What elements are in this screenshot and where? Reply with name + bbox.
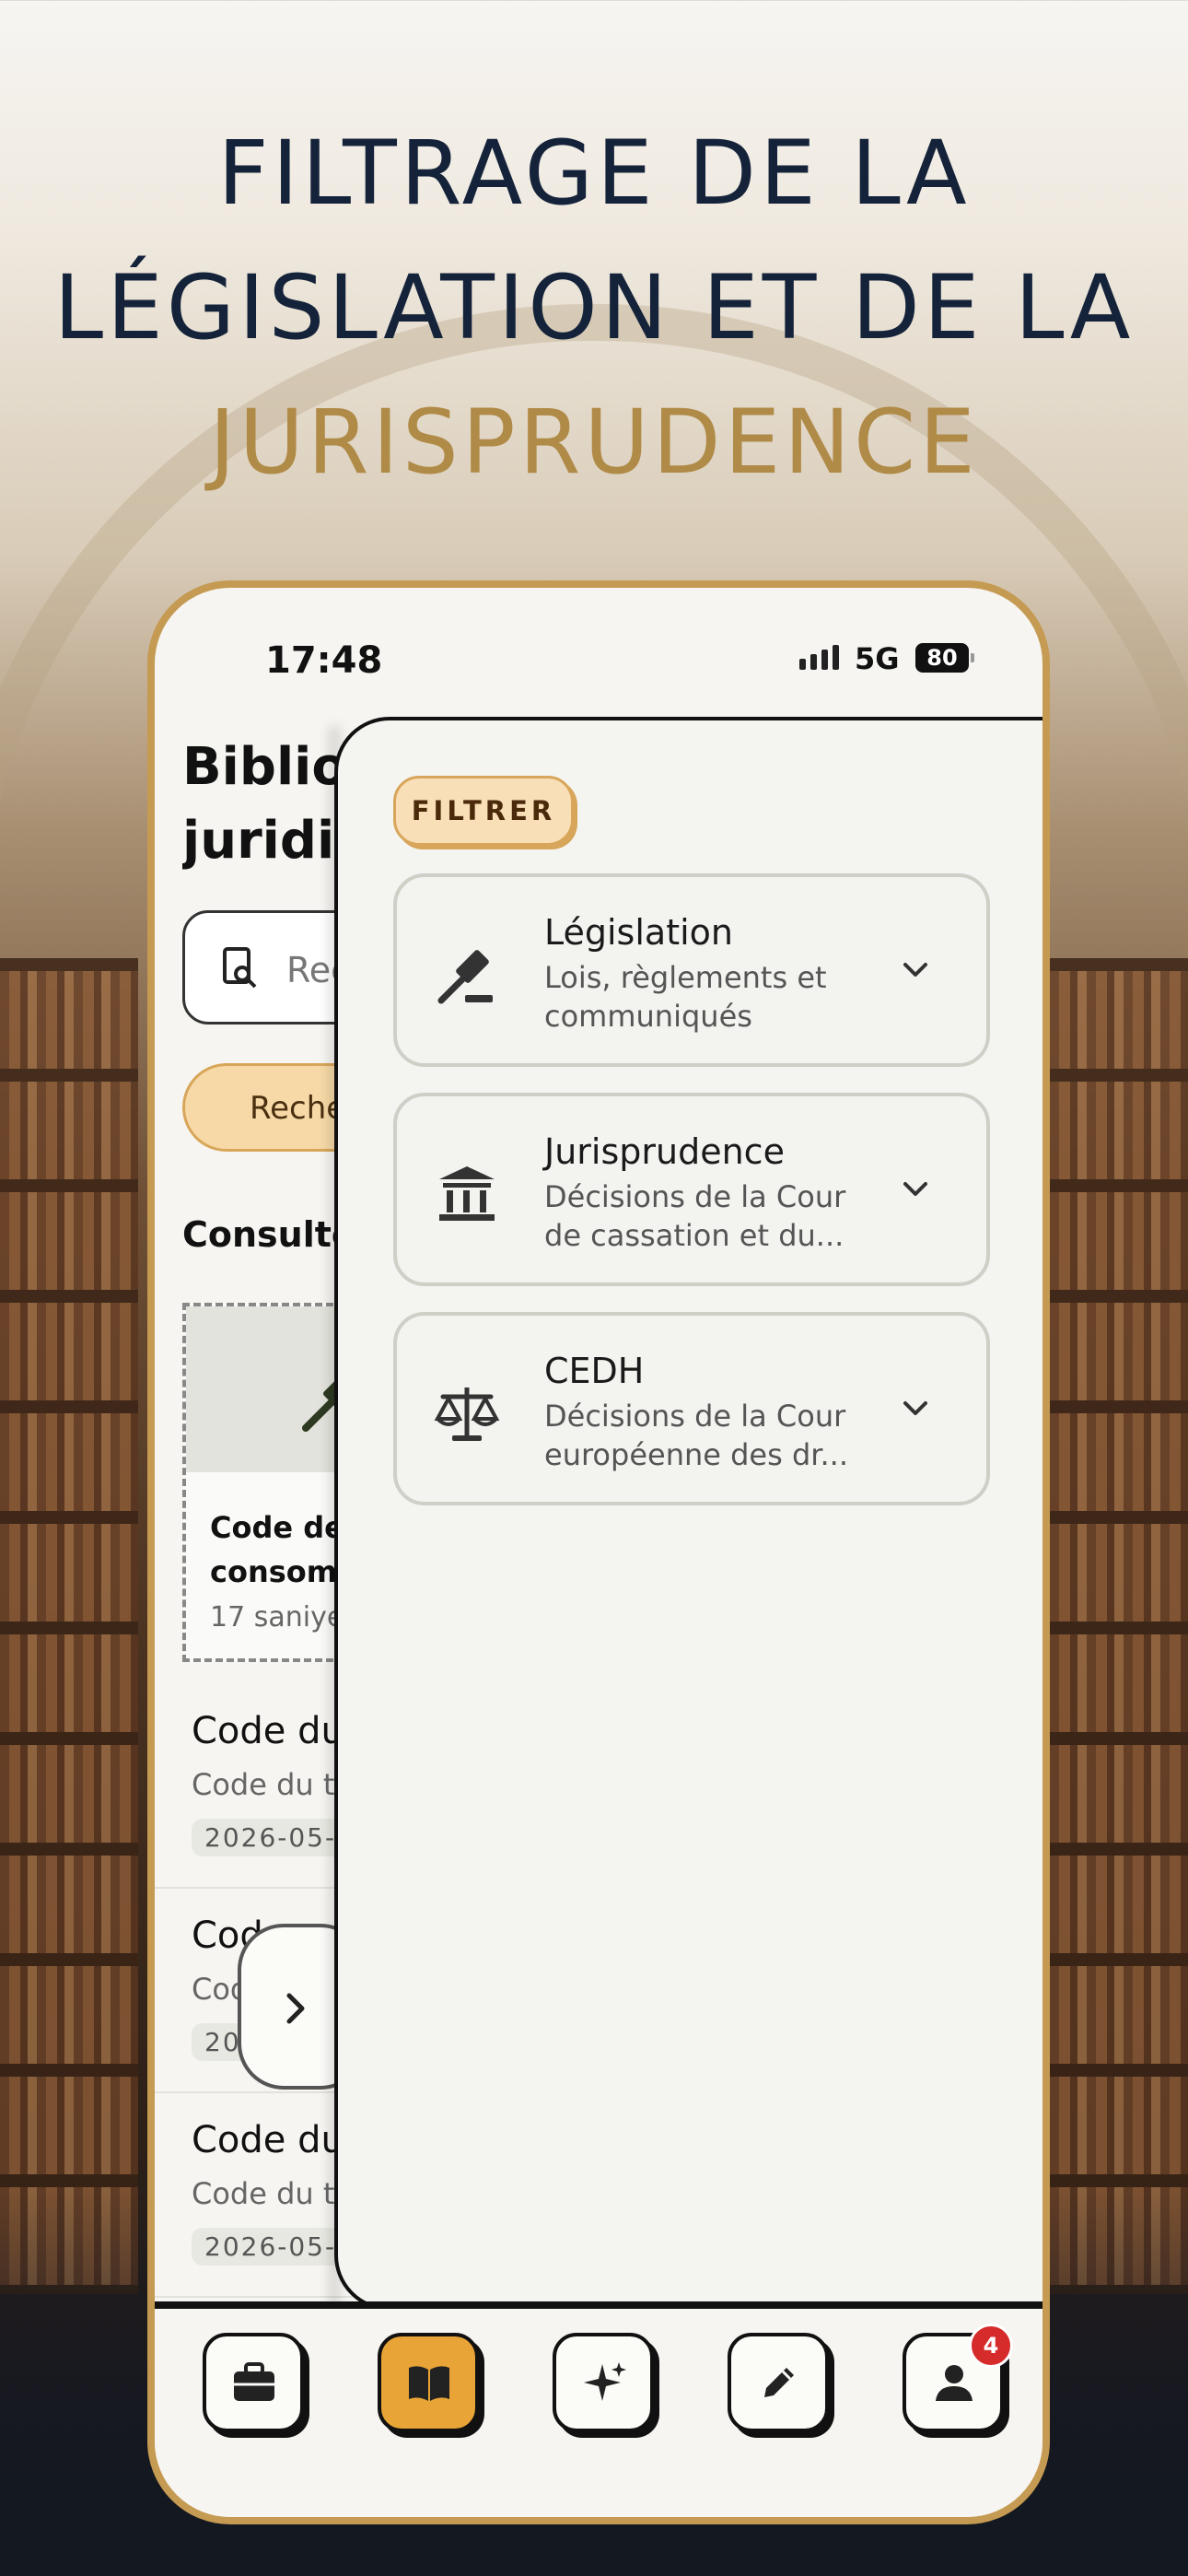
recent-card-subtitle: 17 saniye bbox=[210, 1601, 344, 1633]
filter-card-name: Jurisprudence bbox=[544, 1131, 785, 1172]
document-search-icon bbox=[223, 947, 257, 989]
nav-briefcase-button[interactable] bbox=[203, 2333, 304, 2432]
filter-chip-label: FILTRER bbox=[411, 795, 556, 826]
list-item-date: 2026-05- bbox=[192, 2228, 350, 2266]
chevron-down-icon[interactable] bbox=[900, 958, 931, 982]
filter-card-name: Législation bbox=[544, 912, 733, 953]
notification-badge: 4 bbox=[969, 2324, 1013, 2368]
nav-assistant-button[interactable] bbox=[553, 2333, 654, 2432]
filter-card-cedh[interactable]: CEDH Décisions de la Cour européenne des… bbox=[393, 1312, 990, 1505]
phone-frame: 17:48 5G 80 Bibliothèque juridique Reche… bbox=[147, 580, 1050, 2524]
headline-line-2: LÉGISLATION ET DE LA bbox=[53, 256, 1135, 359]
filter-card-description: Décisions de la Cour de cassation et du.… bbox=[544, 1179, 846, 1253]
signal-icon bbox=[799, 645, 839, 670]
headline: FILTRAGE DE LA LÉGISLATION ET DE LA JURI… bbox=[0, 106, 1188, 509]
headline-line-1: FILTRAGE DE LA bbox=[217, 122, 971, 225]
chevron-right-icon bbox=[286, 1993, 305, 2024]
chevron-down-icon[interactable] bbox=[900, 1397, 931, 1421]
battery-icon: 80 bbox=[915, 643, 974, 673]
nav-edit-button[interactable] bbox=[728, 2333, 829, 2432]
bookshelf-right bbox=[1050, 958, 1188, 2294]
filter-card-description: Décisions de la Cour européenne des dr..… bbox=[544, 1399, 848, 1472]
pen-icon bbox=[764, 2368, 794, 2397]
courthouse-icon bbox=[439, 1166, 495, 1221]
nav-profile-button[interactable]: 4 bbox=[903, 2324, 1013, 2432]
nav-library-button[interactable] bbox=[378, 2333, 479, 2432]
list-item-date: 2026-05- bbox=[192, 1819, 350, 1856]
filter-drawer: FILTRER Législation Lois, règlements et … bbox=[334, 717, 1042, 2311]
book-icon bbox=[409, 2366, 449, 2401]
page-title: Bibliothèque juridique bbox=[182, 737, 339, 871]
status-bar: 17:48 5G 80 bbox=[155, 588, 1042, 717]
gavel-icon bbox=[437, 950, 493, 1004]
scales-icon bbox=[434, 1388, 500, 1441]
filter-card-name: CEDH bbox=[544, 1351, 645, 1391]
briefcase-icon bbox=[234, 2362, 274, 2401]
bottom-navigation: 4 bbox=[155, 2301, 1042, 2517]
network-label: 5G bbox=[855, 641, 900, 676]
bookshelf-left bbox=[0, 958, 138, 2294]
sparkles-icon bbox=[584, 2362, 626, 2401]
status-time: 17:48 bbox=[265, 639, 383, 682]
filter-card-jurisprudence[interactable]: Jurisprudence Décisions de la Cour de ca… bbox=[393, 1093, 990, 1286]
headline-line-3: JURISPRUDENCE bbox=[209, 391, 979, 494]
user-icon bbox=[936, 2365, 973, 2401]
chevron-down-icon[interactable] bbox=[900, 1177, 931, 1201]
filter-card-description: Lois, règlements et communiqués bbox=[544, 960, 827, 1034]
filter-card-legislation[interactable]: Législation Lois, règlements et communiq… bbox=[393, 873, 990, 1067]
filter-chip[interactable]: FILTRER bbox=[393, 776, 574, 846]
